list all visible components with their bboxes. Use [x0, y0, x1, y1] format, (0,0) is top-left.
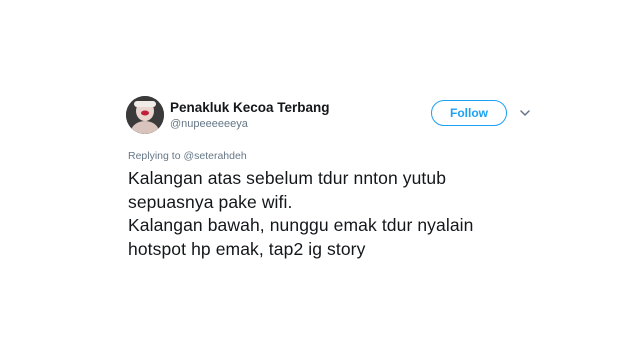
replying-to: Replying to @seterahdeh [128, 150, 247, 162]
tweet-card: Penakluk Kecoa Terbang @nupeeeeeeya Foll… [0, 0, 640, 360]
follow-button[interactable]: Follow [431, 100, 507, 126]
tweet-text: Kalangan atas sebelum tdur nnton yutub s… [128, 167, 598, 261]
reply-mention-link[interactable]: @seterahdeh [183, 150, 246, 162]
tweet-text-line: Kalangan atas sebelum tdur nnton yutub [128, 168, 447, 188]
tweet-text-line: Kalangan bawah, nunggu emak tdur nyalain [128, 215, 474, 235]
user-handle[interactable]: @nupeeeeeeya [170, 118, 248, 130]
avatar[interactable] [126, 96, 164, 134]
tweet-text-line: hotspot hp emak, tap2 ig story [128, 238, 366, 259]
display-name[interactable]: Penakluk Kecoa Terbang [170, 100, 330, 115]
replying-to-prefix: Replying to [128, 150, 181, 162]
tweet-text-line: sepuasnya pake wifi. [128, 191, 293, 212]
user-avatar-photo-icon [126, 96, 164, 134]
chevron-down-icon[interactable] [518, 106, 532, 120]
